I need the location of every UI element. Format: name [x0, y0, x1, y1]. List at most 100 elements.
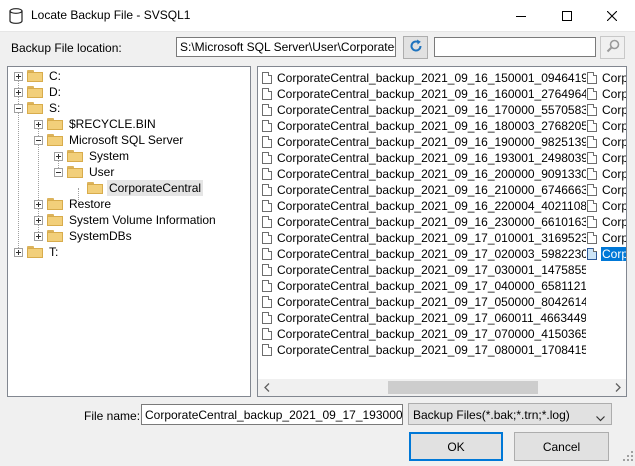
file-item[interactable]: CorporateCentral_backup_2021_09_16_21000…	[262, 182, 586, 198]
scrollbar-thumb[interactable]	[388, 381, 538, 394]
tree-item-t-drive[interactable]: T:	[14, 244, 60, 260]
file-icon	[587, 88, 597, 100]
file-item[interactable]: Corpora	[587, 86, 626, 102]
tree-item-label: System Volume Information	[69, 213, 216, 227]
file-icon	[262, 328, 272, 340]
file-item[interactable]: CorporateCentral_backup_2021_09_16_15000…	[262, 70, 586, 86]
file-item[interactable]: Corpora	[587, 230, 626, 246]
tree-item-systemdbs[interactable]: SystemDBs	[34, 228, 134, 244]
folder-icon	[67, 150, 83, 162]
folder-icon	[47, 118, 63, 130]
file-name: Corpora	[602, 183, 626, 197]
file-item[interactable]: Corpora	[587, 166, 626, 182]
file-item[interactable]: CorporateCentral_backup_2021_09_17_04000…	[262, 278, 586, 294]
file-item[interactable]: Corpora	[587, 214, 626, 230]
tree-item-user[interactable]: User	[54, 164, 116, 180]
file-item[interactable]: CorporateCentral_backup_2021_09_16_20000…	[262, 166, 586, 182]
tree-item-recycle-bin[interactable]: $RECYCLE.BIN	[34, 116, 158, 132]
file-type-filter-dropdown[interactable]: Backup Files(*.bak;*.trn;*.log)	[408, 403, 612, 425]
file-item[interactable]: CorporateCentral_backup_2021_09_16_22000…	[262, 198, 586, 214]
search-input[interactable]	[434, 37, 596, 57]
expand-icon[interactable]	[34, 119, 43, 129]
file-icon	[587, 216, 597, 228]
file-name: CorporateCentral_backup_2021_09_16_20000…	[277, 167, 586, 181]
file-icon	[262, 248, 272, 260]
horizontal-scrollbar[interactable]	[258, 379, 626, 396]
file-icon	[262, 104, 272, 116]
collapse-icon[interactable]	[14, 103, 23, 113]
file-icon	[262, 136, 272, 148]
file-name: CorporateCentral_backup_2021_09_17_06001…	[277, 311, 586, 325]
file-item[interactable]: CorporateCentral_backup_2021_09_16_19300…	[262, 150, 586, 166]
file-name-field[interactable]: CorporateCentral_backup_2021_09_17_19300…	[141, 404, 403, 425]
expand-icon[interactable]	[34, 231, 43, 241]
file-icon	[587, 120, 597, 132]
file-icon	[587, 152, 597, 164]
tree-item-s-drive[interactable]: S:	[14, 100, 62, 116]
file-item[interactable]: CorporateCentral_backup_2021_09_17_03000…	[262, 262, 586, 278]
backup-location-path-field[interactable]: S:\Microsoft SQL Server\User\CorporateCe…	[176, 37, 396, 57]
file-item[interactable]: CorporateCentral_backup_2021_09_17_02000…	[262, 246, 586, 262]
file-name: Corpora	[601, 247, 626, 261]
file-item[interactable]: Corpora	[587, 70, 626, 86]
tree-item-label: C:	[49, 69, 61, 83]
file-list[interactable]: CorporateCentral_backup_2021_09_16_15000…	[257, 66, 627, 397]
tree-item-microsoft-sql-server[interactable]: Microsoft SQL Server	[34, 132, 185, 148]
expand-icon[interactable]	[14, 247, 23, 257]
tree-item-label: T:	[49, 245, 59, 259]
folder-icon	[47, 214, 63, 226]
refresh-button[interactable]	[403, 36, 428, 59]
file-item[interactable]: CorporateCentral_backup_2021_09_17_01000…	[262, 230, 586, 246]
file-item[interactable]: CorporateCentral_backup_2021_09_16_19000…	[262, 134, 586, 150]
folder-icon	[27, 102, 43, 114]
file-icon	[587, 72, 597, 84]
file-item[interactable]: Corpora	[587, 134, 626, 150]
file-item[interactable]: CorporateCentral_backup_2021_09_17_06001…	[262, 310, 586, 326]
file-item[interactable]: CorporateCentral_backup_2021_09_16_18000…	[262, 118, 586, 134]
file-name: Corpora	[602, 87, 626, 101]
file-item[interactable]: CorporateCentral_backup_2021_09_17_05000…	[262, 294, 586, 310]
file-item[interactable]: CorporateCentral_backup_2021_09_16_23000…	[262, 214, 586, 230]
expand-icon[interactable]	[54, 151, 63, 161]
cancel-button[interactable]: Cancel	[514, 432, 609, 461]
file-item[interactable]: CorporateCentral_backup_2021_09_17_07000…	[262, 326, 586, 342]
expand-icon[interactable]	[14, 87, 23, 97]
file-item[interactable]: Corpora	[587, 150, 626, 166]
expand-icon[interactable]	[34, 215, 43, 225]
collapse-icon[interactable]	[54, 167, 63, 177]
file-item[interactable]: CorporateCentral_backup_2021_09_16_16000…	[262, 86, 586, 102]
file-item[interactable]: CorporateCentral_backup_2021_09_17_08000…	[262, 342, 586, 358]
search-button[interactable]	[600, 36, 625, 59]
file-icon	[262, 296, 272, 308]
minimize-button[interactable]	[498, 0, 544, 31]
file-name: CorporateCentral_backup_2021_09_17_03000…	[277, 263, 586, 277]
file-name: Corpora	[602, 135, 626, 149]
ok-button[interactable]: OK	[409, 432, 503, 461]
close-button[interactable]	[589, 0, 635, 31]
tree-item-corporatecentral[interactable]: CorporateCentral	[74, 180, 204, 196]
tree-item-c-drive[interactable]: C:	[14, 68, 63, 84]
scroll-left-button[interactable]	[258, 379, 275, 396]
resize-grip-icon[interactable]	[623, 450, 633, 464]
file-icon	[587, 168, 597, 180]
collapse-icon[interactable]	[34, 135, 43, 145]
tree-item-restore[interactable]: Restore	[34, 196, 113, 212]
file-item-selected[interactable]: Corpora	[587, 246, 626, 262]
file-item[interactable]: Corpora	[587, 102, 626, 118]
scroll-right-button[interactable]	[609, 379, 626, 396]
file-name: CorporateCentral_backup_2021_09_17_02000…	[277, 247, 586, 261]
file-icon	[587, 232, 597, 244]
tree-item-d-drive[interactable]: D:	[14, 84, 63, 100]
tree-item-system-volume-information[interactable]: System Volume Information	[34, 212, 218, 228]
file-item[interactable]: Corpora	[587, 182, 626, 198]
file-name: Corpora	[602, 119, 626, 133]
tree-item-system[interactable]: System	[54, 148, 131, 164]
expand-icon[interactable]	[14, 71, 23, 81]
folder-tree[interactable]: C: D: S: $RECYCLE.BIN Microsoft SQL Serv…	[7, 66, 251, 397]
file-item[interactable]: Corpora	[587, 118, 626, 134]
expand-icon[interactable]	[34, 199, 43, 209]
file-item[interactable]: Corpora	[587, 198, 626, 214]
file-item[interactable]: CorporateCentral_backup_2021_09_16_17000…	[262, 102, 586, 118]
maximize-button[interactable]	[544, 0, 590, 31]
file-icon	[262, 88, 272, 100]
